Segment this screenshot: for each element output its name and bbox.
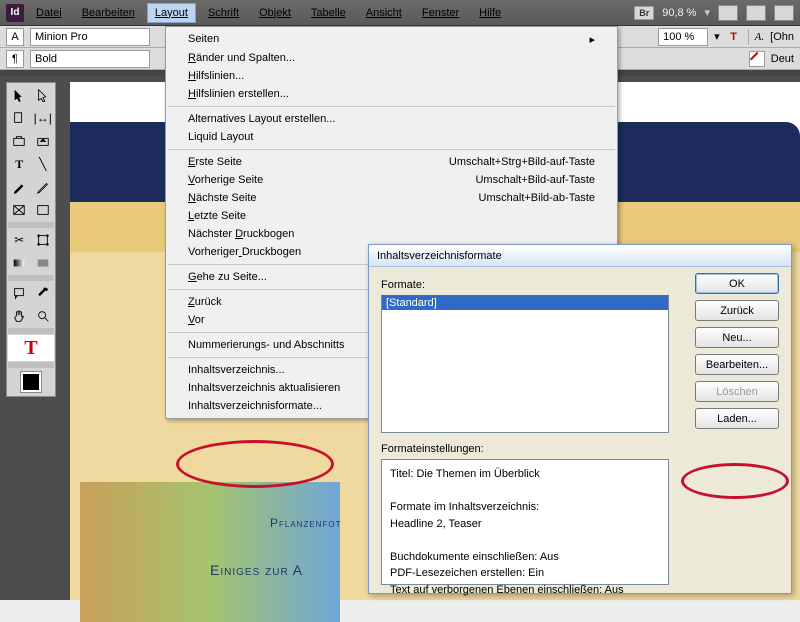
char-style-icon[interactable]: A. <box>755 31 764 43</box>
default-fill-stroke[interactable] <box>8 369 54 395</box>
zoom-field[interactable] <box>658 28 708 46</box>
menu-datei[interactable]: Datei <box>28 3 70 23</box>
note-tool[interactable] <box>8 282 31 304</box>
page-tool[interactable] <box>8 107 31 129</box>
pen-tool[interactable] <box>8 176 31 198</box>
gradient-swatch-tool[interactable] <box>8 252 31 274</box>
edit-button[interactable]: Bearbeiten... <box>695 354 779 375</box>
gap-tool[interactable]: |↔| <box>32 107 55 129</box>
rect-tool[interactable] <box>32 199 55 221</box>
menu-item[interactable]: Liquid Layout <box>166 128 617 146</box>
new-button[interactable]: Neu... <box>695 327 779 348</box>
font-family-field[interactable] <box>30 28 150 46</box>
menu-item[interactable]: Nächste SeiteUmschalt+Bild-ab-Taste <box>166 189 617 207</box>
hand-tool[interactable] <box>8 305 31 327</box>
zoom-tool[interactable] <box>32 305 55 327</box>
chevron-down-icon[interactable]: ▾ <box>704 6 710 19</box>
fill-text-icon[interactable]: T <box>726 29 742 45</box>
settings-line: Buchdokumente einschließen: Aus <box>390 549 660 566</box>
menu-ansicht[interactable]: Ansicht <box>358 3 410 23</box>
menubar: Id Datei Bearbeiten Layout Schrift Objek… <box>0 0 800 26</box>
zoom-readout[interactable]: 90,8 % <box>662 7 696 19</box>
menu-item[interactable]: Ränder und Spalten... <box>166 49 617 67</box>
line-tool[interactable]: ╲ <box>32 153 55 175</box>
ok-button[interactable]: OK <box>695 273 779 294</box>
chevron-down-icon[interactable]: ▾ <box>714 30 720 43</box>
menu-item[interactable]: Hilfslinien erstellen... <box>166 85 617 103</box>
menu-fenster[interactable]: Fenster <box>414 3 467 23</box>
menu-objekt[interactable]: Objekt <box>251 3 299 23</box>
menu-item[interactable]: Erste SeiteUmschalt+Strg+Bild-auf-Taste <box>166 153 617 171</box>
deut-label: Deut <box>771 53 794 65</box>
menu-item[interactable]: Seiten▸ <box>166 30 617 49</box>
char-format-icon[interactable]: A <box>6 28 24 46</box>
menu-tabelle[interactable]: Tabelle <box>303 3 354 23</box>
view-options-icon[interactable] <box>774 5 794 21</box>
app-icon: Id <box>6 4 24 22</box>
settings-box: Titel: Die Themen im Überblick Formate i… <box>381 459 669 585</box>
fill-stroke-proxy[interactable]: T <box>8 335 54 361</box>
settings-line <box>390 483 660 500</box>
settings-line <box>390 532 660 549</box>
settings-line: Formate im Inhaltsverzeichnis: <box>390 499 660 516</box>
menu-layout[interactable]: Layout <box>147 3 196 23</box>
page-heading-1: Pflanzenfot <box>270 516 341 530</box>
settings-line: Headline 2, Teaser <box>390 516 660 533</box>
formats-list[interactable]: [Standard] <box>381 295 669 433</box>
menu-schrift[interactable]: Schrift <box>200 3 247 23</box>
stroke-swatch-icon[interactable] <box>749 51 765 67</box>
settings-line: Text auf verborgenen Ebenen einschließen… <box>390 582 660 599</box>
toc-formats-dialog: Inhaltsverzeichnisformate Formate: [Stan… <box>368 244 792 594</box>
type-tool[interactable]: T <box>8 153 31 175</box>
font-weight-field[interactable] <box>30 50 150 68</box>
settings-line: PDF-Lesezeichen erstellen: Ein <box>390 565 660 582</box>
pencil-tool[interactable] <box>32 176 55 198</box>
gradient-feather-tool[interactable] <box>32 252 55 274</box>
menu-bearbeiten[interactable]: Bearbeiten <box>74 3 143 23</box>
eyedropper-tool[interactable] <box>32 282 55 304</box>
menu-item[interactable]: Nächster Druckbogen <box>166 225 617 243</box>
direct-select-tool[interactable] <box>32 84 55 106</box>
page-heading-2: Einiges zur A <box>210 562 303 578</box>
back-button[interactable]: Zurück <box>695 300 779 321</box>
menu-item[interactable]: Vorherige SeiteUmschalt+Bild-auf-Taste <box>166 171 617 189</box>
load-button[interactable]: Laden... <box>695 408 779 429</box>
placed-image <box>80 482 340 622</box>
settings-line: Titel: Die Themen im Überblick <box>390 466 660 483</box>
ohn-label: [Ohn <box>770 31 794 43</box>
delete-button[interactable]: Löschen <box>695 381 779 402</box>
menu-item[interactable]: Letzte Seite <box>166 207 617 225</box>
content-collector-tool[interactable] <box>8 130 31 152</box>
dialog-title: Inhaltsverzeichnisformate <box>369 245 791 267</box>
tools-panel: |↔| T ╲ ✂ T <box>6 82 56 397</box>
menu-item[interactable]: Alternatives Layout erstellen... <box>166 110 617 128</box>
arrange-icon[interactable] <box>746 5 766 21</box>
menu-hilfe[interactable]: Hilfe <box>471 3 509 23</box>
free-transform-tool[interactable] <box>32 229 55 251</box>
rect-frame-tool[interactable] <box>8 199 31 221</box>
scissors-tool[interactable]: ✂ <box>8 229 31 251</box>
bridge-chip[interactable]: Br <box>634 6 654 20</box>
screen-mode-icon[interactable] <box>718 5 738 21</box>
formats-list-item[interactable]: [Standard] <box>382 296 668 310</box>
content-placer-tool[interactable] <box>32 130 55 152</box>
settings-label: Formateinstellungen: <box>381 443 779 455</box>
para-format-icon[interactable]: ¶ <box>6 50 24 68</box>
annotation-ellipse-load <box>681 463 789 499</box>
menu-item[interactable]: Hilfslinien... <box>166 67 617 85</box>
selection-tool[interactable] <box>8 84 31 106</box>
